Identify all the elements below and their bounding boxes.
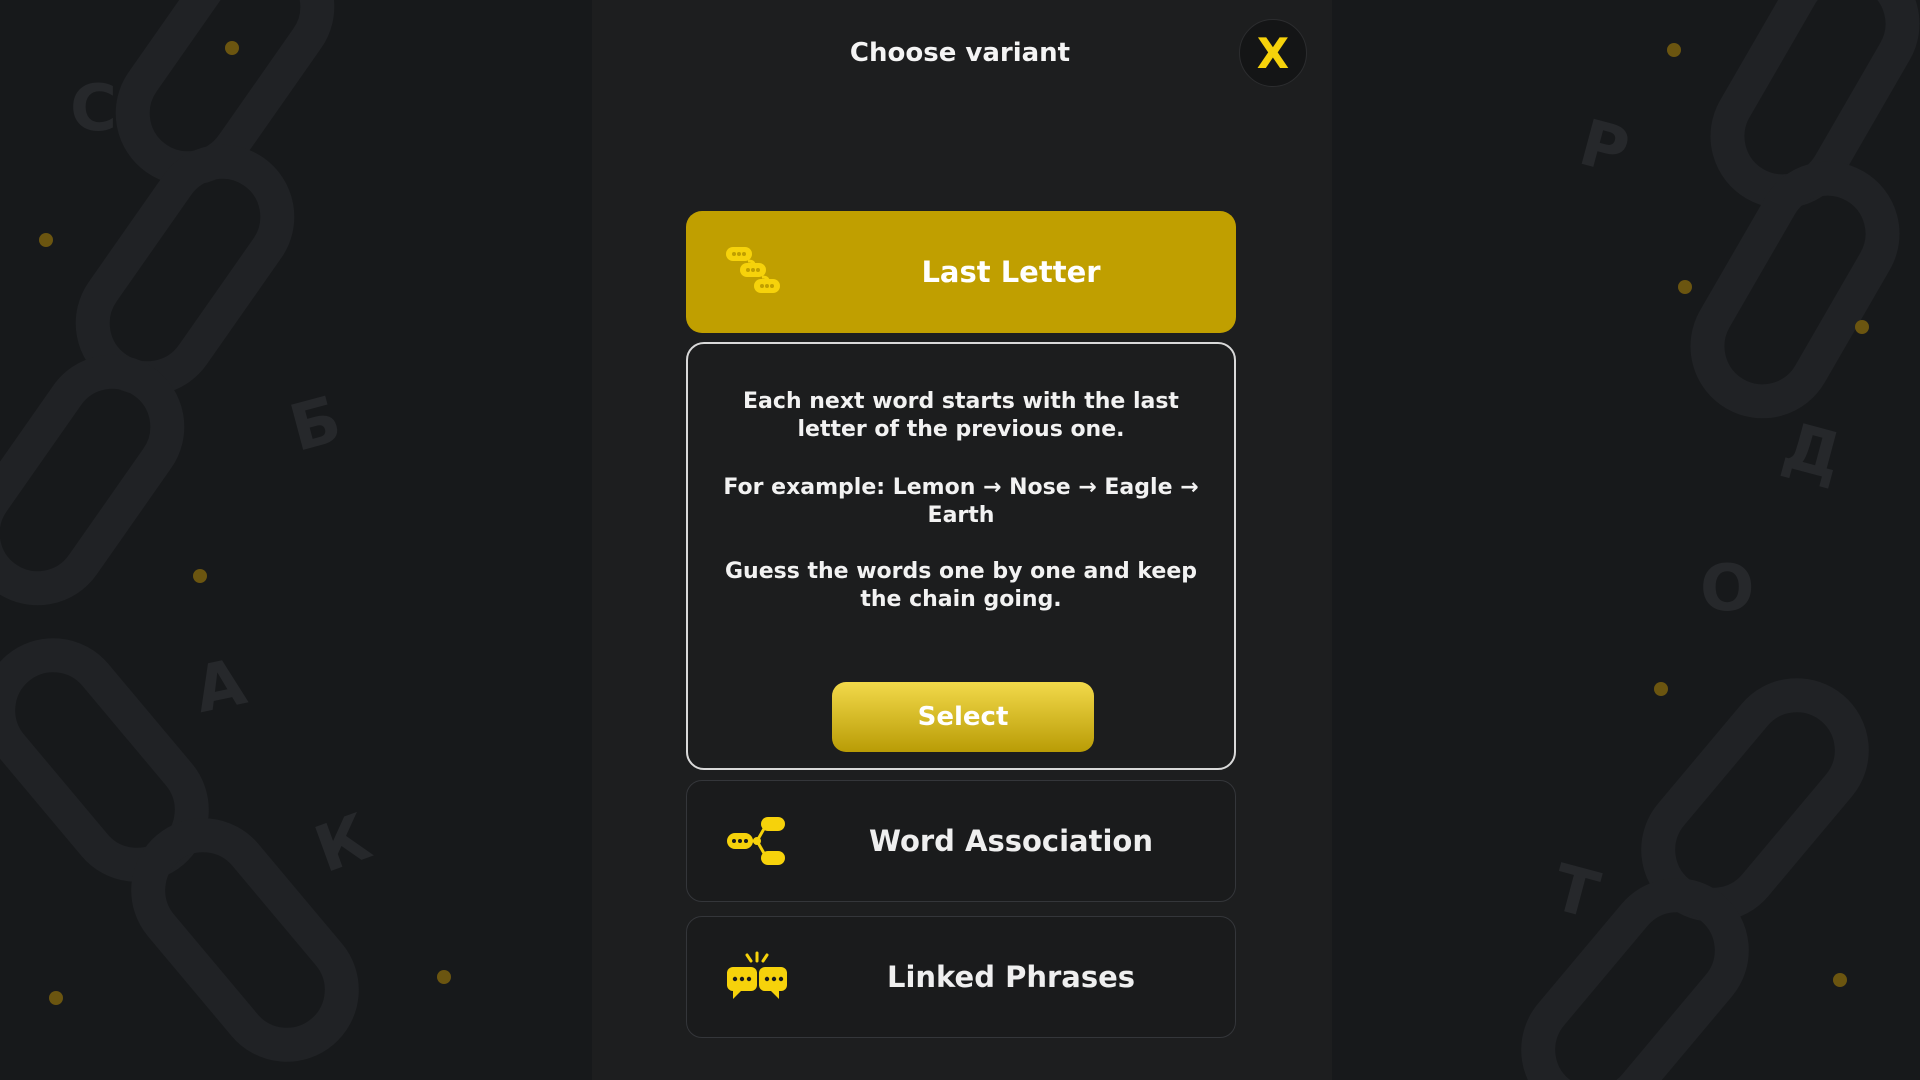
select-button[interactable]: Select: [832, 682, 1094, 752]
bg-dot: [49, 991, 63, 1005]
bg-letter: Т: [1545, 851, 1607, 934]
bg-dot: [1654, 682, 1668, 696]
chain-link: [1690, 161, 1900, 419]
bg-letter: Б: [282, 383, 348, 467]
variant-description-card: Each next word starts with the last lett…: [686, 342, 1236, 770]
chain-link: [0, 354, 185, 606]
bg-letter: Р: [1572, 106, 1636, 190]
page-title: Choose variant: [849, 38, 1071, 68]
variant-last-letter[interactable]: Last Letter: [686, 211, 1236, 333]
bg-dot: [193, 569, 207, 583]
bg-letter: О: [1700, 552, 1754, 626]
chat-branch-icon: [727, 817, 785, 865]
variant-label: Word Association: [869, 824, 1153, 858]
description-rule: Each next word starts with the last lett…: [743, 389, 1179, 442]
bg-letter: Д: [1775, 409, 1849, 495]
variant-word-association[interactable]: Word Association: [686, 780, 1236, 902]
bg-dot: [437, 970, 451, 984]
bg-dot: [39, 233, 53, 247]
chat-chain-icon: [726, 247, 780, 293]
variant-label: Last Letter: [921, 255, 1101, 289]
bg-dot: [1678, 280, 1692, 294]
close-icon: X: [1256, 28, 1290, 78]
description-example: For example: Lemon → Nose → Eagle → Eart…: [723, 475, 1199, 528]
bg-dot: [1855, 320, 1869, 334]
linked-chat-icon: [727, 951, 787, 999]
bg-letter: А: [188, 645, 252, 728]
description-instruction: Guess the words one by one and keep the …: [724, 559, 1198, 612]
close-button[interactable]: X: [1239, 19, 1307, 87]
bg-dot: [1833, 973, 1847, 987]
bg-letter: К: [306, 801, 380, 888]
bg-letter: С: [70, 72, 117, 146]
bg-dot: [1667, 43, 1681, 57]
variant-label: Linked Phrases: [886, 960, 1136, 994]
bg-dot: [225, 41, 239, 55]
variant-linked-phrases[interactable]: Linked Phrases: [686, 916, 1236, 1038]
